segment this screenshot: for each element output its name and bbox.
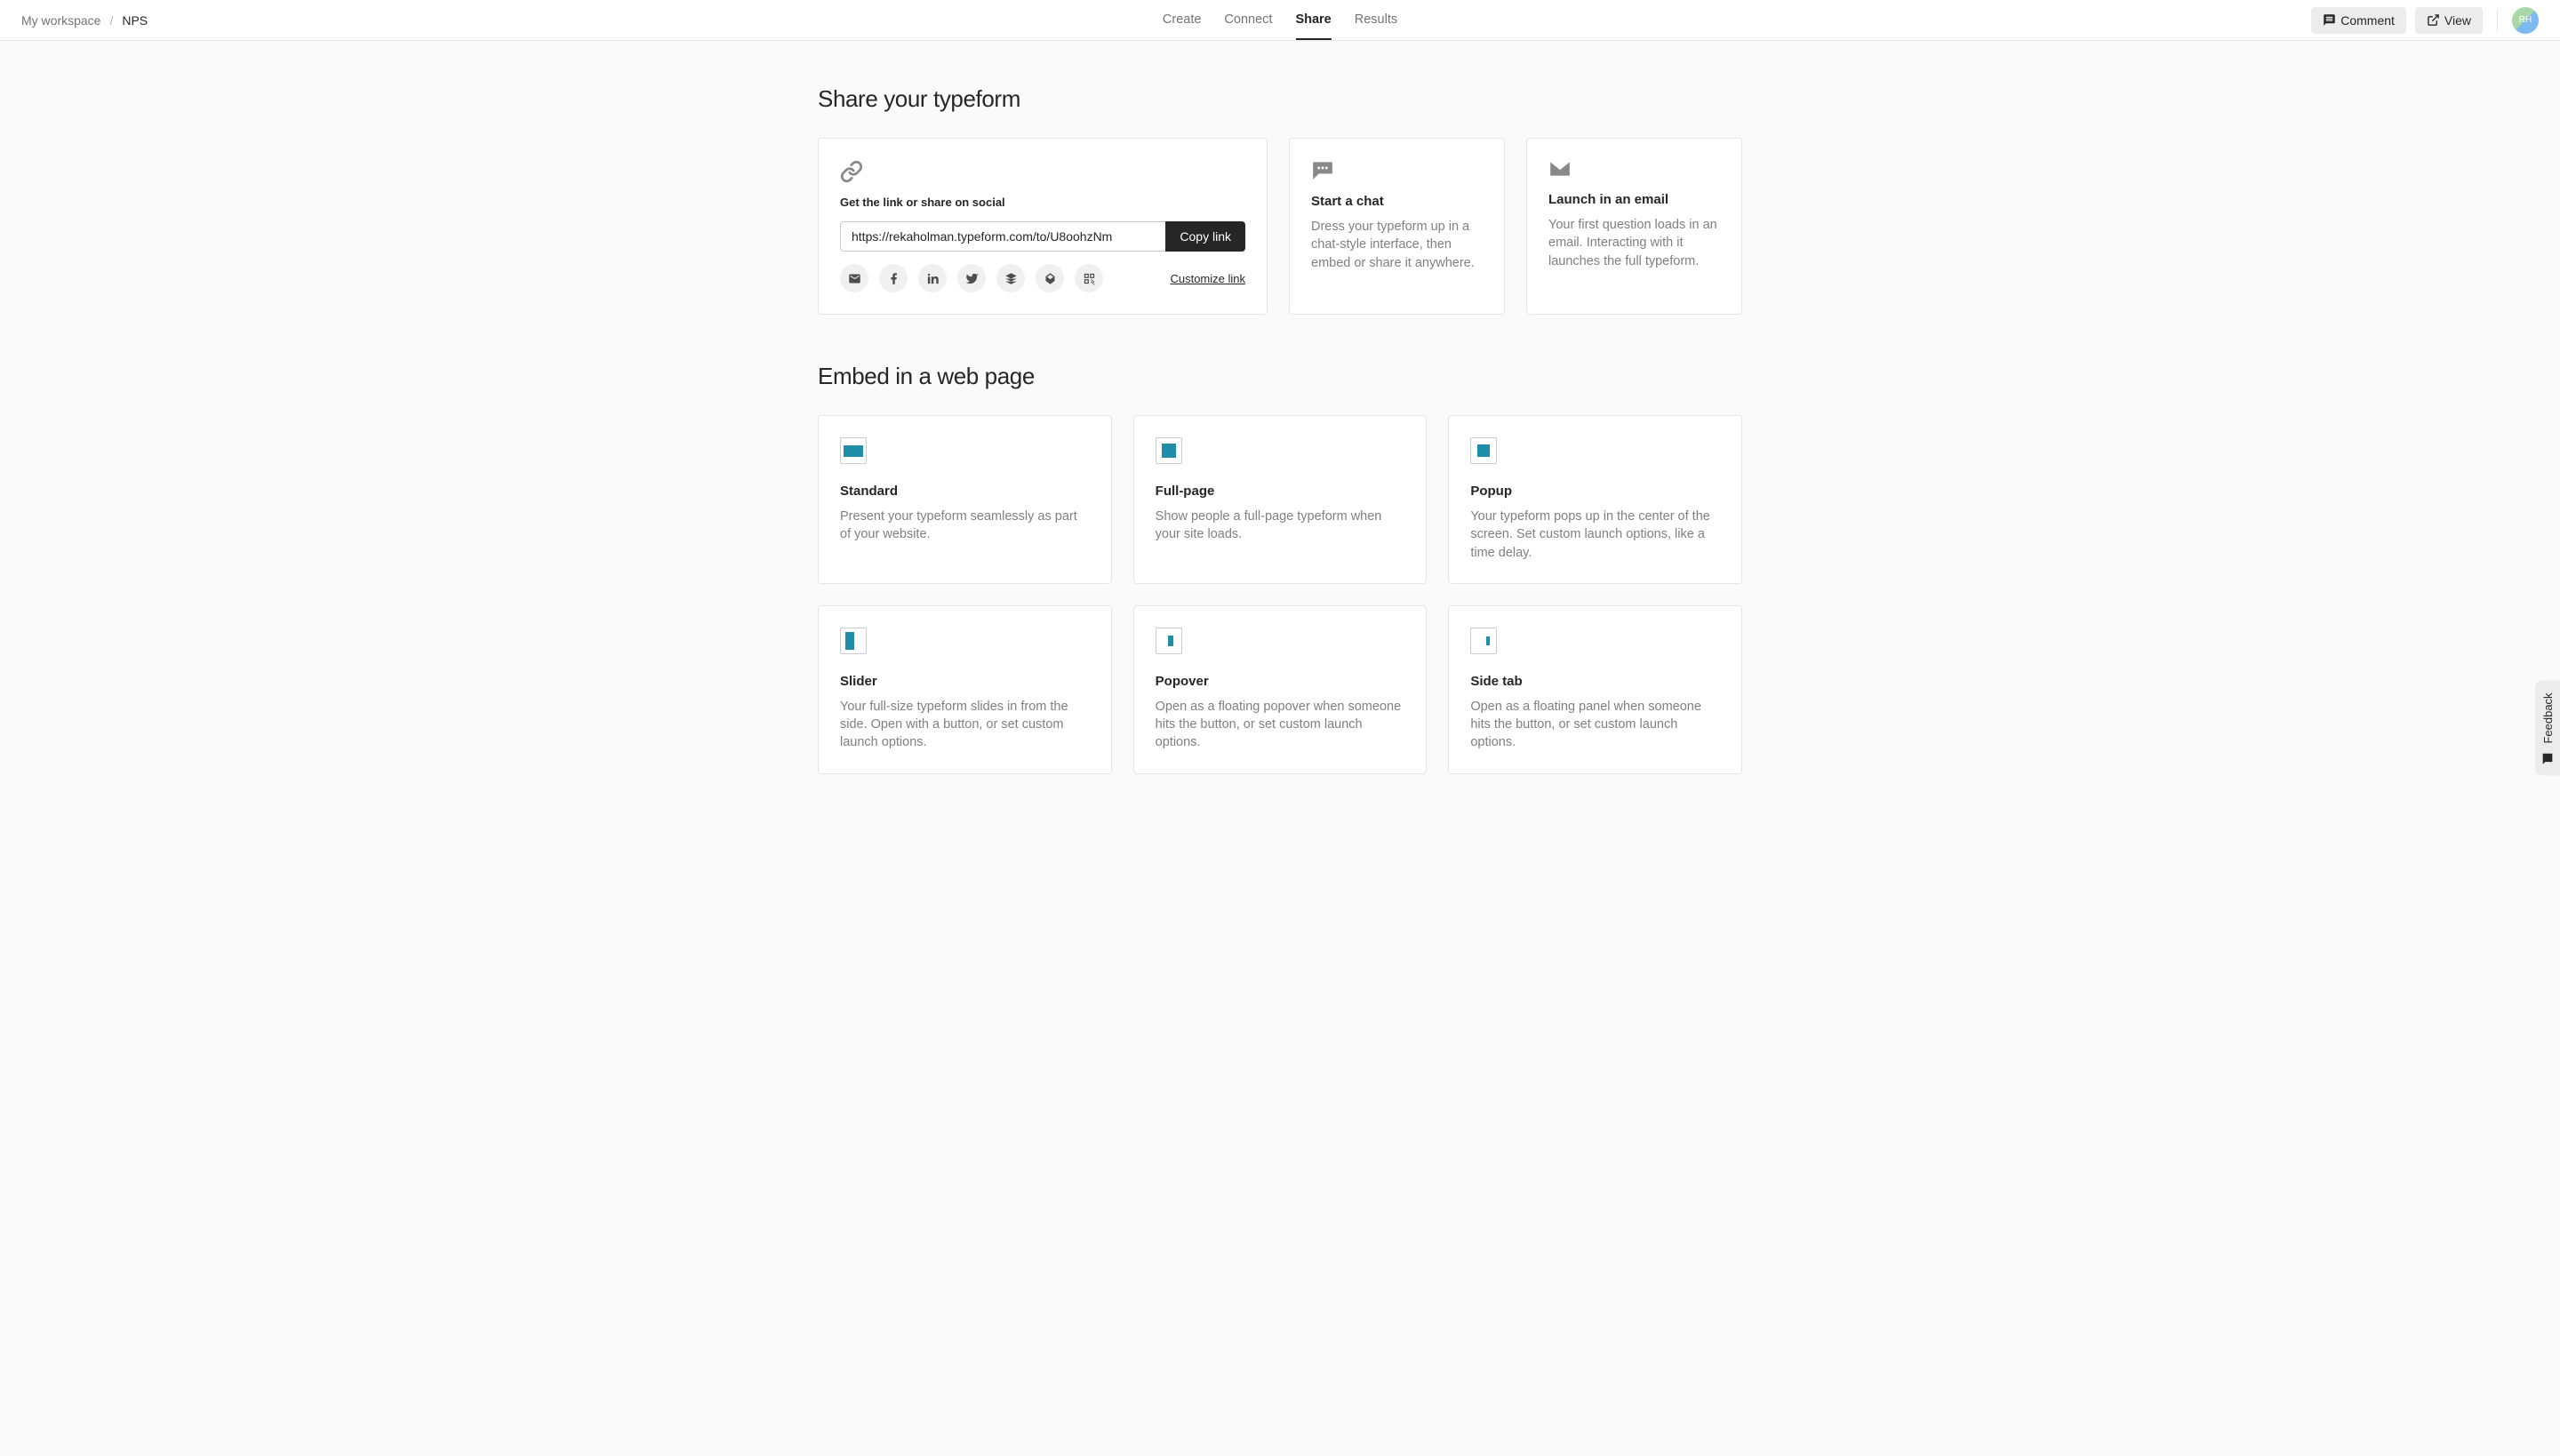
external-link-icon <box>2427 13 2440 27</box>
embed-section-title: Embed in a web page <box>818 363 1742 390</box>
feedback-icon <box>2540 753 2555 767</box>
chat-desc: Dress your typeform up in a chat-style i… <box>1311 218 1483 272</box>
tab-create[interactable]: Create <box>1163 1 1202 40</box>
breadcrumb: My workspace / NPS <box>21 13 148 28</box>
embed-desc: Open as a floating panel when someone hi… <box>1470 698 1720 752</box>
linkedin-icon[interactable] <box>918 264 947 292</box>
share-section-title: Share your typeform <box>818 85 1742 113</box>
breadcrumb-current[interactable]: NPS <box>122 13 148 28</box>
embed-title: Popup <box>1470 484 1720 499</box>
embed-slider-card[interactable]: Slider Your full-size typeform slides in… <box>818 605 1112 774</box>
link-icon <box>840 160 1245 183</box>
embed-popover-icon <box>1156 628 1182 654</box>
embed-sidetab-card[interactable]: Side tab Open as a floating panel when s… <box>1448 605 1742 774</box>
copy-link-button[interactable]: Copy link <box>1165 221 1245 252</box>
header: My workspace / NPS Create Connect Share … <box>0 0 2560 41</box>
chat-card[interactable]: Start a chat Dress your typeform up in a… <box>1289 138 1505 315</box>
embed-title: Slider <box>840 674 1090 689</box>
main-content: Share your typeform Get the link or shar… <box>818 41 1742 810</box>
view-button[interactable]: View <box>2415 7 2483 34</box>
embed-desc: Present your typeform seamlessly as part… <box>840 508 1090 544</box>
embed-title: Popover <box>1156 674 1405 689</box>
link-card: Get the link or share on social Copy lin… <box>818 138 1268 315</box>
header-actions: Comment View RH <box>2311 7 2539 34</box>
embed-fullpage-card[interactable]: Full-page Show people a full-page typefo… <box>1133 415 1428 584</box>
chat-title: Start a chat <box>1311 194 1483 209</box>
chat-icon <box>1311 160 1483 180</box>
embed-standard-icon <box>840 437 867 464</box>
code-icon[interactable] <box>1036 264 1064 292</box>
tab-share[interactable]: Share <box>1295 1 1331 40</box>
email-icon[interactable] <box>840 264 868 292</box>
nav-tabs: Create Connect Share Results <box>1163 1 1397 40</box>
embed-fullpage-icon <box>1156 437 1182 464</box>
comment-button[interactable]: Comment <box>2311 7 2406 34</box>
feedback-tab[interactable]: Feedback <box>2535 680 2560 775</box>
embed-popover-card[interactable]: Popover Open as a floating popover when … <box>1133 605 1428 774</box>
customize-link[interactable]: Customize link <box>1170 272 1245 285</box>
envelope-icon <box>1548 160 1720 178</box>
social-icons <box>840 264 1103 292</box>
link-subtitle: Get the link or share on social <box>840 196 1245 209</box>
tab-connect[interactable]: Connect <box>1224 1 1272 40</box>
email-desc: Your first question loads in an email. I… <box>1548 216 1720 270</box>
breadcrumb-workspace[interactable]: My workspace <box>21 13 100 28</box>
twitter-icon[interactable] <box>957 264 986 292</box>
feedback-label: Feedback <box>2541 692 2555 743</box>
embed-grid: Standard Present your typeform seamlessl… <box>818 415 1742 774</box>
buffer-icon[interactable] <box>996 264 1025 292</box>
embed-sidetab-icon <box>1470 628 1497 654</box>
avatar[interactable]: RH <box>2512 7 2539 34</box>
social-row: Customize link <box>840 264 1245 292</box>
view-label: View <box>2444 13 2471 28</box>
embed-popup-icon <box>1470 437 1497 464</box>
embed-desc: Show people a full-page typeform when yo… <box>1156 508 1405 544</box>
email-card[interactable]: Launch in an email Your first question l… <box>1526 138 1742 315</box>
embed-title: Standard <box>840 484 1090 499</box>
comment-icon <box>2323 13 2336 27</box>
facebook-icon[interactable] <box>879 264 908 292</box>
embed-title: Full-page <box>1156 484 1405 499</box>
embed-desc: Your full-size typeform slides in from t… <box>840 698 1090 752</box>
link-row: Copy link <box>840 221 1245 252</box>
embed-desc: Open as a floating popover when someone … <box>1156 698 1405 752</box>
tab-results[interactable]: Results <box>1355 1 1397 40</box>
share-row: Get the link or share on social Copy lin… <box>818 138 1742 315</box>
qr-icon[interactable] <box>1075 264 1103 292</box>
embed-slider-icon <box>840 628 867 654</box>
embed-title: Side tab <box>1470 674 1720 689</box>
embed-standard-card[interactable]: Standard Present your typeform seamlessl… <box>818 415 1112 584</box>
embed-desc: Your typeform pops up in the center of t… <box>1470 508 1720 562</box>
email-title: Launch in an email <box>1548 192 1720 207</box>
share-url-input[interactable] <box>840 221 1165 252</box>
breadcrumb-separator: / <box>109 13 113 28</box>
embed-popup-card[interactable]: Popup Your typeform pops up in the cente… <box>1448 415 1742 584</box>
header-divider <box>2497 10 2498 31</box>
comment-label: Comment <box>2340 13 2395 28</box>
